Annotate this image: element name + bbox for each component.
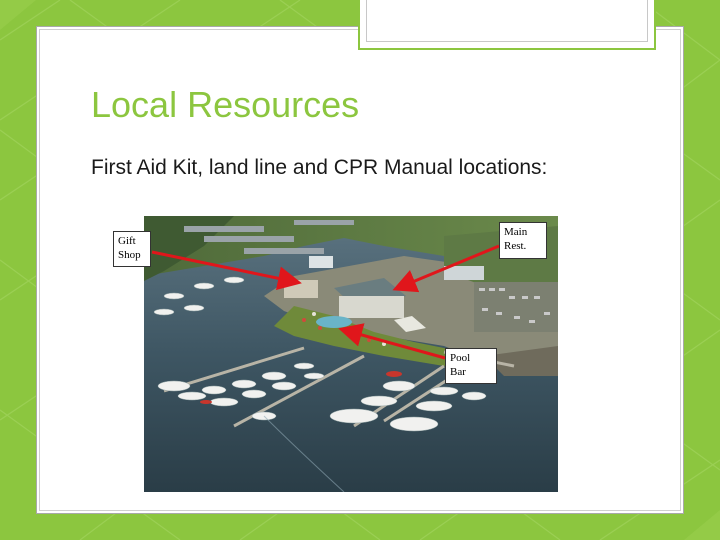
callout-gift-shop-text: Gift Shop — [118, 235, 141, 261]
callout-pool-bar-text: Pool Bar — [450, 352, 471, 378]
top-tab-decoration — [358, 0, 656, 50]
callout-main-rest: Main Rest. — [499, 222, 547, 259]
callout-main-rest-text: Main Rest. — [504, 226, 528, 252]
slide-subtitle: First Aid Kit, land line and CPR Manual … — [91, 156, 548, 179]
callout-pool-bar: Pool Bar — [445, 348, 497, 384]
callout-gift-shop: Gift Shop — [113, 231, 151, 267]
top-tab-inner-frame — [366, 0, 648, 42]
slide-title: Local Resources — [91, 84, 360, 125]
